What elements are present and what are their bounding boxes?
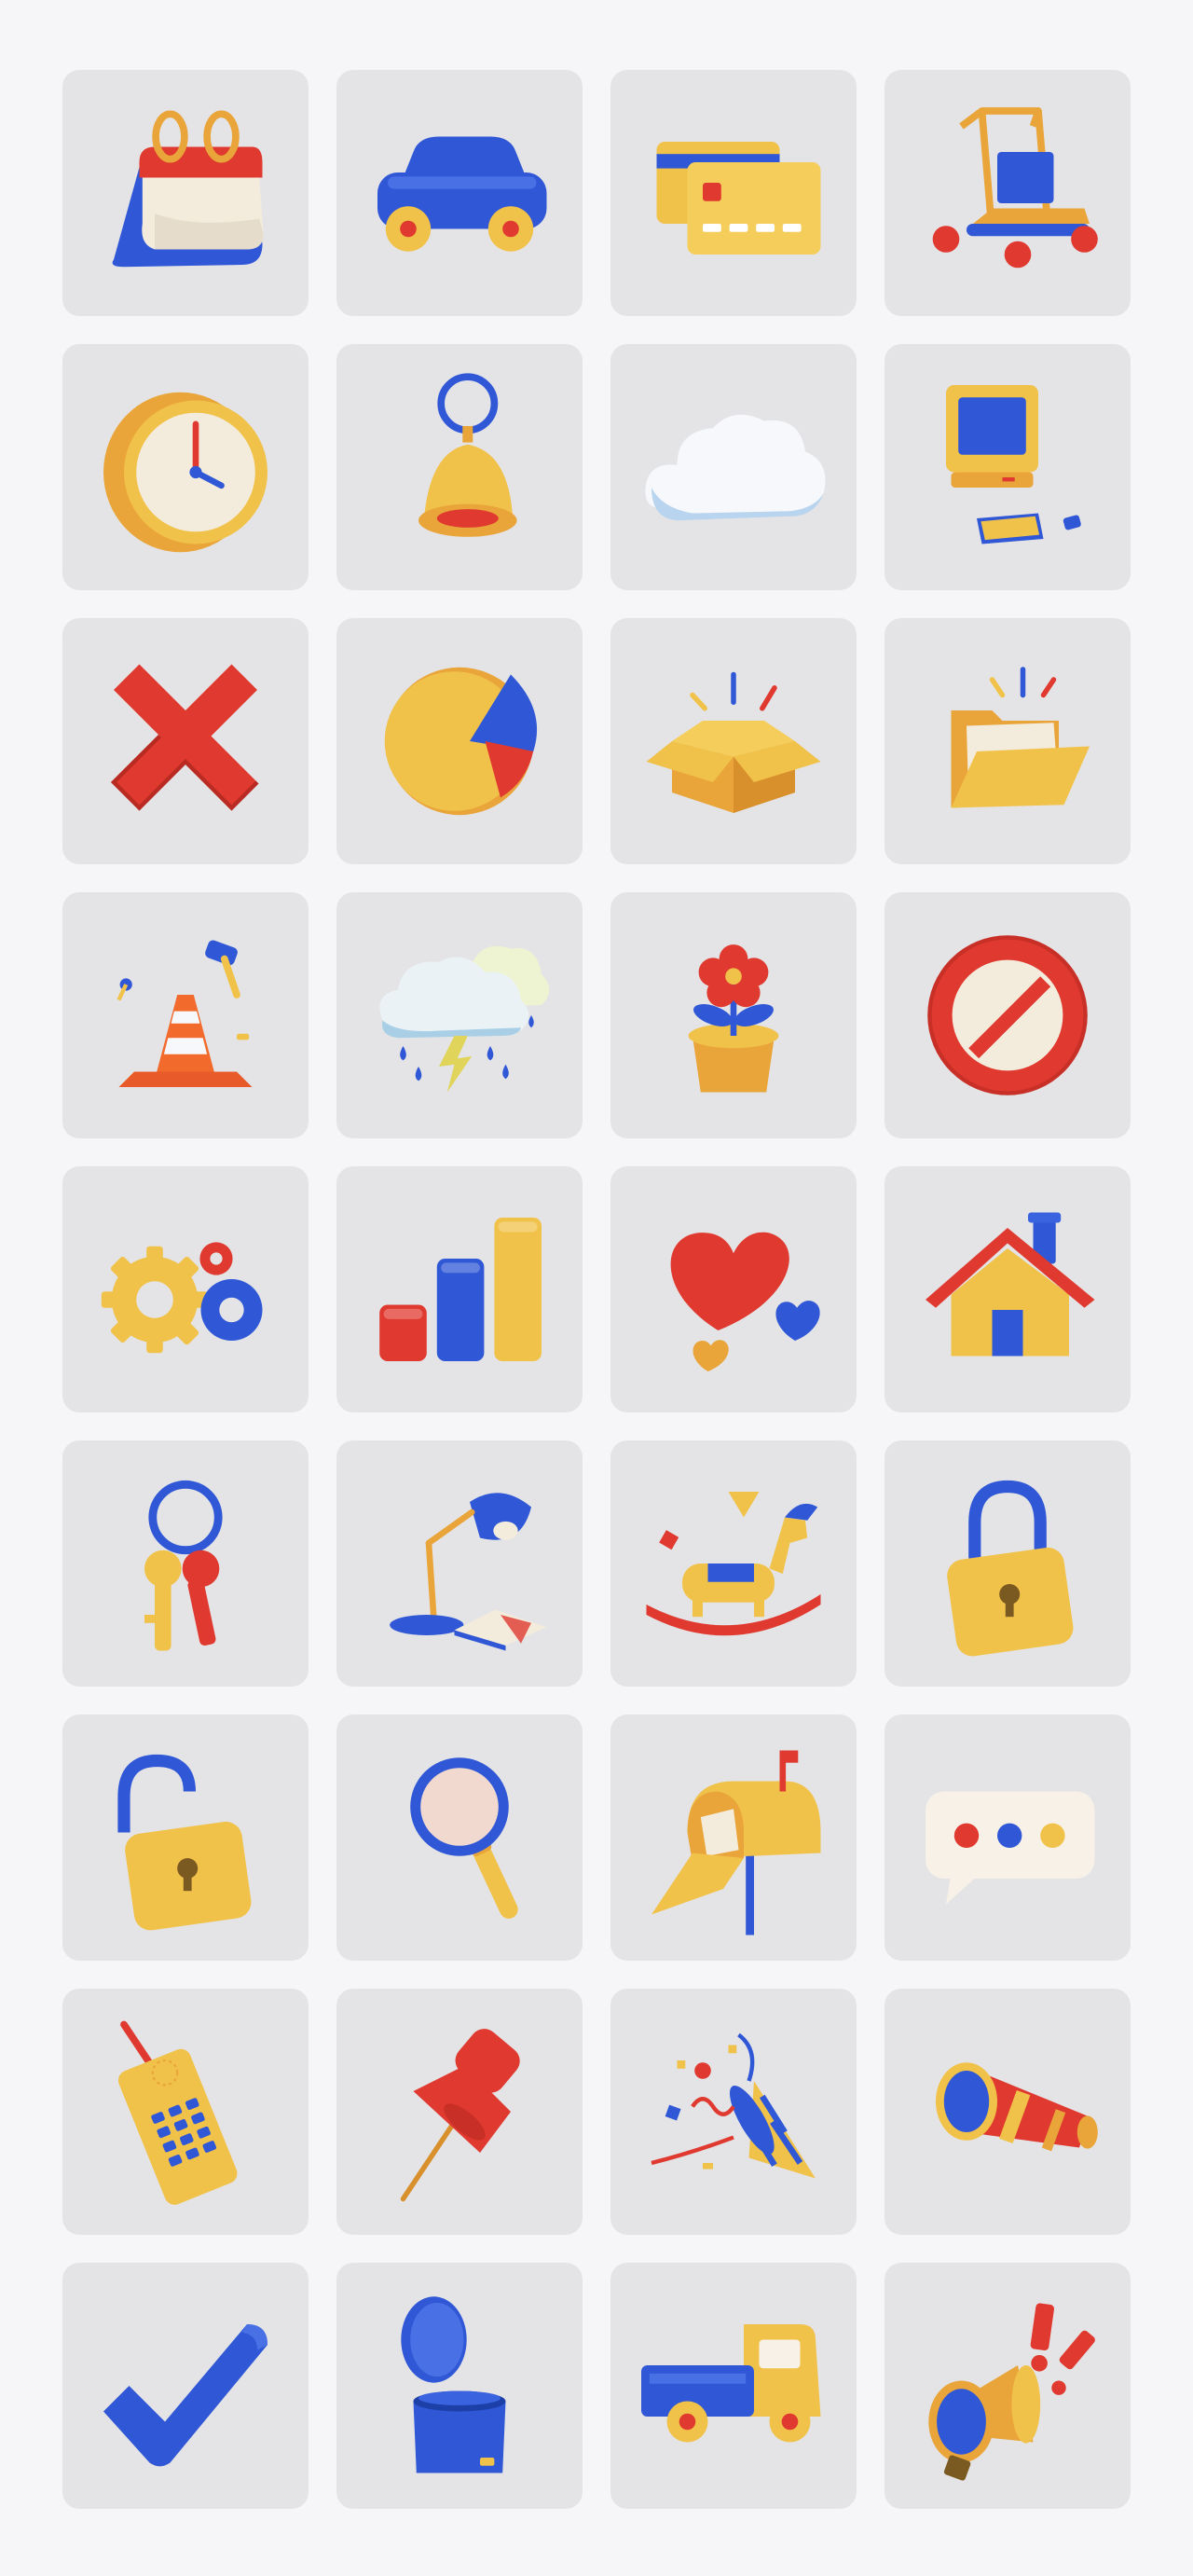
credit-cards-icon: [610, 70, 857, 316]
bar-highlight-2: [441, 1262, 480, 1274]
bar-highlight-1: [383, 1308, 423, 1319]
desk-lamp-icon: [336, 1440, 583, 1687]
push-pin-icon: [336, 1989, 583, 2235]
bar-3: [494, 1218, 542, 1361]
pickup-truck-icon: [610, 2263, 857, 2509]
hearts-icon: [610, 1166, 857, 1412]
cloud-icon: [610, 344, 857, 590]
keys-icon: [62, 1440, 309, 1687]
storm-cloud-icon: [336, 892, 583, 1138]
clock-icon: [62, 344, 309, 590]
potted-flower-icon: [610, 892, 857, 1138]
bar-highlight-3: [498, 1221, 538, 1233]
prohibited-sign-icon: [884, 892, 1131, 1138]
toy-car-icon: [336, 70, 583, 316]
bar-chart-icon: [336, 1166, 583, 1412]
house-icon: [884, 1166, 1131, 1412]
retro-computer-icon: [884, 344, 1131, 590]
shopping-cart-icon: [884, 70, 1131, 316]
padlock-open-icon: [62, 1715, 309, 1961]
party-popper-icon: [610, 1989, 857, 2235]
mobile-phone-icon: [62, 1989, 309, 2235]
icon-gallery-page: [0, 0, 1193, 2576]
pie-chart-icon: [336, 618, 583, 864]
gears-icon: [62, 1166, 309, 1412]
calendar-icon: [62, 70, 309, 316]
open-box-icon: [610, 618, 857, 864]
telescope-icon: [884, 1989, 1131, 2235]
checkmark-icon: [62, 2263, 309, 2509]
magnifying-glass-icon: [336, 1715, 583, 1961]
close-x-icon: [62, 618, 309, 864]
traffic-cone-tools-icon: [62, 892, 309, 1138]
trash-bin-icon: [336, 2263, 583, 2509]
open-folder-icon: [884, 618, 1131, 864]
icon-grid: [62, 70, 1131, 2509]
mailbox-icon: [610, 1715, 857, 1961]
bar-2: [436, 1259, 485, 1361]
padlock-closed-icon: [884, 1440, 1131, 1687]
megaphone-icon: [884, 2263, 1131, 2509]
chat-bubble-icon: [884, 1715, 1131, 1961]
bell-icon: [336, 344, 583, 590]
rocking-horse-icon: [610, 1440, 857, 1687]
